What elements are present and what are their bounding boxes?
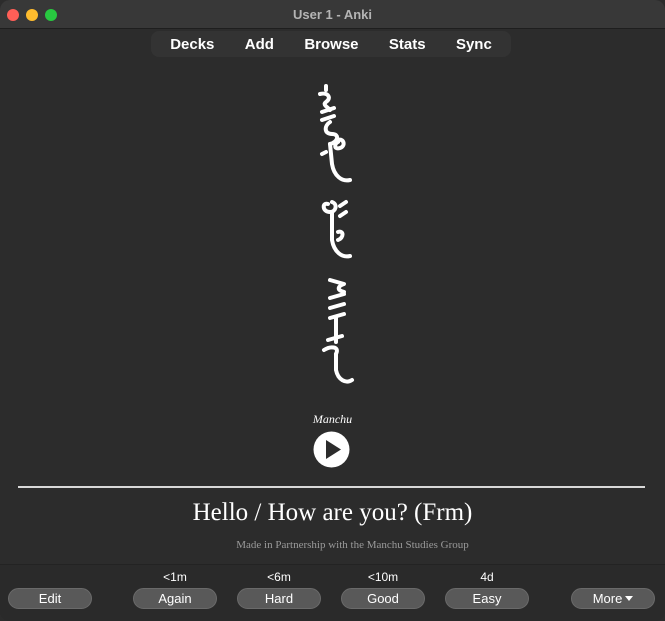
audio-language-label: Manchu	[312, 412, 353, 426]
easy-button[interactable]: Easy	[445, 588, 529, 609]
again-interval: <1m	[163, 570, 187, 584]
review-bottom-bar: Edit <1m Again <6m Hard <10m Good 4d Eas…	[0, 564, 665, 621]
credit-text: Made in Partnership with the Manchu Stud…	[236, 539, 469, 551]
answer-text: Hello / How are you? (Frm)	[192, 499, 473, 526]
play-audio-button[interactable]	[313, 431, 350, 468]
good-button[interactable]: Good	[341, 588, 425, 609]
toolbar-sync-link[interactable]: Sync	[446, 34, 502, 55]
more-button-label: More	[592, 591, 623, 606]
window-title: User 1 - Anki	[293, 7, 372, 22]
good-interval: <10m	[367, 570, 399, 584]
play-circle-icon	[313, 431, 350, 468]
anki-window: User 1 - Anki Decks Add Browse Stats Syn…	[0, 0, 665, 621]
card-content: Manchu Hello / How are you? (Frm) Made i…	[0, 60, 665, 564]
title-bar: User 1 - Anki	[0, 0, 665, 29]
chevron-down-icon	[625, 596, 634, 602]
answer-divider	[18, 486, 645, 488]
toolbar-stats-link[interactable]: Stats	[379, 34, 436, 55]
easy-interval: 4d	[480, 570, 494, 584]
hard-interval: <6m	[267, 570, 291, 584]
hard-button[interactable]: Hard	[237, 588, 321, 609]
toolbar-decks-link[interactable]: Decks	[160, 34, 224, 55]
manchu-script-image	[318, 84, 354, 384]
toolbar-browse-link[interactable]: Browse	[294, 34, 368, 55]
main-toolbar: Decks Add Browse Stats Sync	[151, 31, 511, 57]
more-button[interactable]: More	[571, 588, 655, 609]
toolbar-add-link[interactable]: Add	[235, 34, 284, 55]
again-button[interactable]: Again	[133, 588, 217, 609]
edit-button[interactable]: Edit	[8, 588, 92, 609]
